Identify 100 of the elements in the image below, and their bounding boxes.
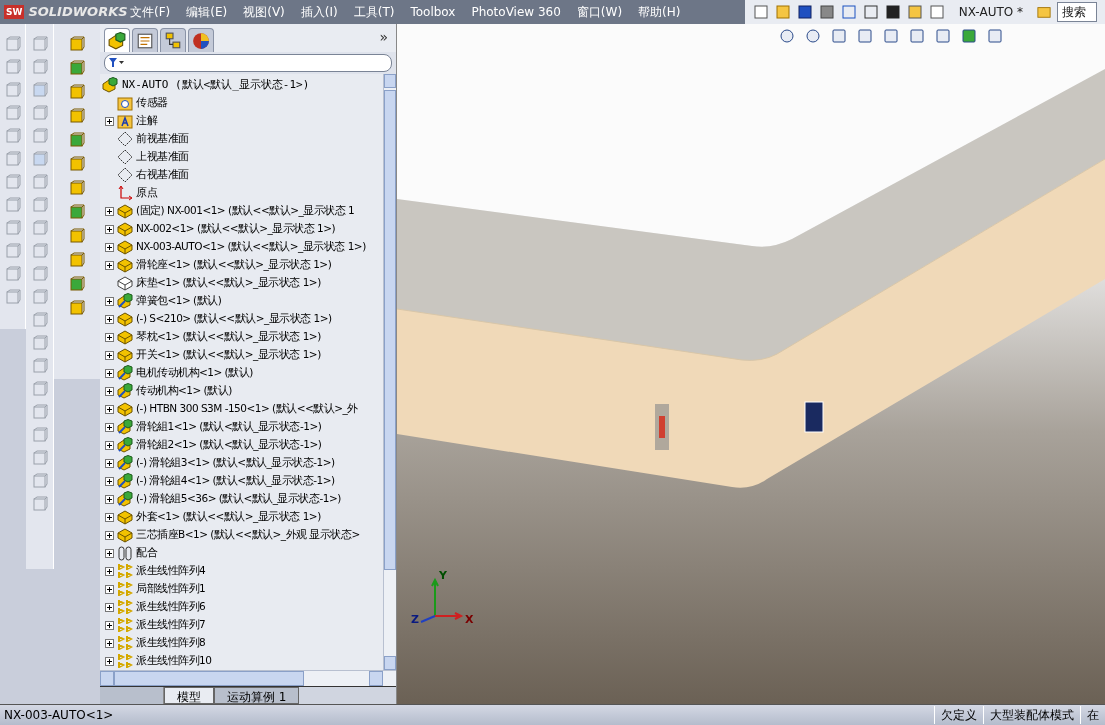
panel-tab[interactable] (160, 28, 186, 52)
document-icon[interactable] (752, 4, 769, 20)
expand-icon[interactable] (105, 332, 114, 342)
expand-icon[interactable] (105, 386, 114, 396)
expand-icon[interactable] (105, 476, 114, 486)
assembly-icon (117, 365, 133, 381)
tree-item[interactable]: 外套<1> (默认<<默认>_显示状态 1>) (117, 509, 321, 525)
part-block-icon (117, 221, 133, 237)
tree-item[interactable]: (-) S<210> (默认<<默认>_显示状态 1>) (117, 311, 332, 327)
tree-item[interactable]: 派生线性阵列6 (117, 599, 206, 615)
tree-item[interactable]: (-) 滑轮組4<1> (默认<默认_显示状态-1>) (117, 473, 335, 489)
menu-item[interactable]: 窗口(W) (568, 0, 631, 24)
search-field[interactable]: 搜索 (1057, 2, 1097, 22)
assembly-icon (117, 293, 133, 309)
expand-icon[interactable] (105, 584, 114, 594)
expand-icon[interactable] (105, 116, 114, 126)
axis-label: Z (411, 612, 419, 628)
folder-icon (1037, 5, 1051, 19)
pattern-icon (117, 635, 133, 651)
expand-icon[interactable] (105, 458, 114, 468)
vertical-scrollbar[interactable] (383, 74, 396, 670)
pattern-icon (117, 581, 133, 597)
pattern-icon (117, 653, 133, 669)
tree-item[interactable]: 三芯插座B<1> (默认<<默认>_外观 显示状态> (117, 527, 360, 543)
sensor-folder-icon (117, 95, 133, 111)
tree-item[interactable]: 前视基准面 (117, 131, 189, 147)
tree-item[interactable]: (-) 滑轮組5<36> (默认<默认_显示状态-1>) (117, 491, 341, 507)
tree-item[interactable]: 上视基准面 (117, 149, 189, 165)
origin-axes-icon (117, 185, 133, 201)
expand-icon[interactable] (105, 350, 114, 360)
bottom-tab[interactable]: 运动算例 1 (214, 687, 300, 704)
menu-item[interactable]: Toolbox (402, 0, 464, 24)
filter-field[interactable] (104, 54, 392, 72)
status-field: 欠定义 (934, 706, 983, 724)
menu-item[interactable]: 视图(V) (235, 0, 293, 24)
tree-item[interactable]: 派生线性阵列4 (117, 563, 206, 579)
expand-icon[interactable] (105, 314, 114, 324)
panel-tab[interactable] (188, 28, 214, 52)
tree-item[interactable]: 注解 (117, 113, 157, 129)
tree-item[interactable]: 弹簧包<1> (默认) (117, 293, 222, 309)
horizontal-scrollbar[interactable] (100, 670, 396, 686)
menu-item[interactable]: PhotoView 360 (463, 0, 569, 24)
expand-icon[interactable] (105, 620, 114, 630)
assembly-icon (117, 383, 133, 399)
tree-item[interactable]: 传动机构<1> (默认) (117, 383, 232, 399)
part-block-icon (117, 509, 133, 525)
bottom-tab[interactable]: 模型 (164, 687, 214, 704)
part-block-icon (117, 203, 133, 219)
expand-icon[interactable] (105, 224, 114, 234)
tree-item[interactable]: (-) 滑轮組3<1> (默认<默认_显示状态-1>) (117, 455, 335, 471)
expand-icon[interactable] (105, 422, 114, 432)
tree-item[interactable]: 滑轮座<1> (默认<<默认>_显示状态 1>) (117, 257, 332, 273)
expand-icon[interactable] (105, 494, 114, 504)
tree-item[interactable]: 派生线性阵列7 (117, 617, 206, 633)
menu-item[interactable]: 工具(T) (345, 0, 403, 24)
tree-item[interactable]: 右视基准面 (117, 167, 189, 183)
tree-item[interactable]: 床垫<1> (默认<<默认>_显示状态 1>) (117, 275, 321, 291)
menu-item[interactable]: 帮助(H) (630, 0, 689, 24)
expand-icon[interactable] (105, 638, 114, 648)
tree-item[interactable]: 滑轮組2<1> (默认<默认_显示状态-1>) (117, 437, 322, 453)
expand-icon[interactable] (105, 530, 114, 540)
tree-item[interactable]: 派生线性阵列8 (117, 635, 206, 651)
expand-icon[interactable] (105, 206, 114, 216)
status-selection: NX-003-AUTO<1> (3, 707, 115, 724)
expand-icon[interactable] (105, 296, 114, 306)
tree-item[interactable]: NX-003-AUTO<1> (默认<<默认>_显示状态 1>) (117, 239, 366, 255)
expand-icon[interactable] (105, 512, 114, 522)
expand-icon[interactable] (105, 242, 114, 252)
expand-icon[interactable] (105, 602, 114, 612)
tree-item[interactable]: 滑轮組1<1> (默认<默认_显示状态-1>) (117, 419, 322, 435)
tree-item[interactable]: (-) HTBN 300 S3M -150<1> (默认<<默认>_外 (117, 401, 358, 417)
tree-item[interactable]: 配合 (117, 545, 157, 561)
more-button[interactable]: » (379, 27, 392, 52)
tree-item[interactable]: 传感器 (117, 95, 168, 111)
expand-icon[interactable] (105, 368, 114, 378)
axis-label: X (465, 612, 474, 628)
annotation-folder-icon (117, 113, 133, 129)
tree-item[interactable]: 派生线性阵列10 (117, 653, 212, 669)
expand-icon[interactable] (105, 566, 114, 576)
tree-item[interactable]: NX-002<1> (默认<<默认>_显示状态 1>) (117, 221, 336, 237)
expand-icon[interactable] (105, 404, 114, 414)
status-field: 在 (1080, 706, 1105, 724)
folder-icon[interactable] (774, 4, 791, 20)
expand-icon[interactable] (105, 656, 114, 666)
tree-item[interactable]: 电机传动机构<1> (默认) (117, 365, 253, 381)
panel-tab[interactable] (104, 28, 130, 52)
tree-item[interactable]: 原点 (117, 185, 157, 201)
tree-item[interactable]: (固定) NX-001<1> (默认<<默认>_显示状态 1 (117, 203, 355, 219)
menu-item[interactable]: 编辑(E) (178, 0, 236, 24)
assembly-icon (117, 437, 133, 453)
tree-item[interactable]: 开关<1> (默认<<默认>_显示状态 1>) (117, 347, 321, 363)
assembly-icon (117, 473, 133, 489)
expand-icon[interactable] (105, 260, 114, 270)
menu-item[interactable]: 插入(I) (292, 0, 346, 24)
expand-icon[interactable] (105, 548, 114, 558)
tree-item[interactable]: 局部线性阵列1 (117, 581, 206, 597)
tree-item[interactable]: 琴枕<1> (默认<<默认>_显示状态 1>) (117, 329, 321, 345)
tree-item[interactable]: NX-AUTO (默认<默认_显示状态-1>) (100, 76, 383, 94)
panel-tab[interactable] (132, 28, 158, 52)
expand-icon[interactable] (105, 440, 114, 450)
